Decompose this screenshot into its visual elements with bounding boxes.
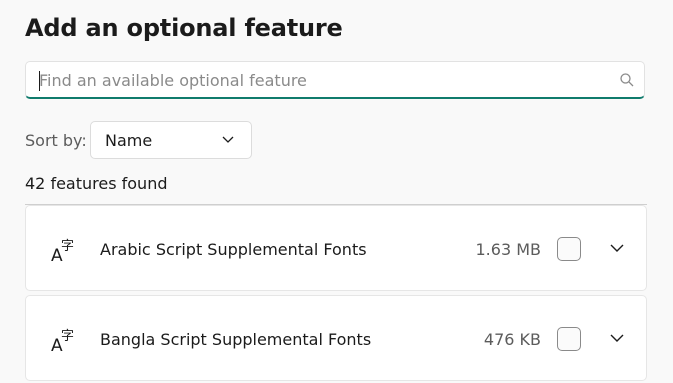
feature-row[interactable]: A 字 Bangla Script Supplemental Fonts 476… bbox=[25, 295, 647, 381]
search-icon[interactable] bbox=[620, 73, 634, 87]
chevron-down-icon bbox=[222, 136, 234, 143]
chevron-down-icon[interactable] bbox=[610, 334, 624, 343]
feature-name: Arabic Script Supplemental Fonts bbox=[100, 240, 367, 259]
sort-selected-value: Name bbox=[105, 131, 153, 150]
feature-row[interactable]: A 字 Arabic Script Supplemental Fonts 1.6… bbox=[25, 205, 647, 291]
feature-checkbox[interactable] bbox=[557, 237, 581, 261]
sort-dropdown[interactable]: Name bbox=[90, 121, 252, 159]
feature-name: Bangla Script Supplemental Fonts bbox=[100, 330, 372, 349]
search-box[interactable] bbox=[25, 61, 645, 99]
svg-text:字: 字 bbox=[61, 239, 74, 254]
font-icon: A 字 bbox=[51, 329, 74, 352]
font-icon: A 字 bbox=[51, 239, 74, 262]
results-count: 42 features found bbox=[25, 174, 168, 193]
sort-label: Sort by: bbox=[25, 131, 87, 150]
page-title: Add an optional feature bbox=[25, 14, 343, 42]
feature-size: 476 KB bbox=[483, 330, 541, 349]
chevron-down-icon[interactable] bbox=[610, 244, 624, 253]
search-input[interactable] bbox=[39, 62, 609, 98]
svg-text:字: 字 bbox=[61, 329, 74, 344]
feature-size: 1.63 MB bbox=[475, 240, 542, 259]
feature-checkbox[interactable] bbox=[557, 327, 581, 351]
